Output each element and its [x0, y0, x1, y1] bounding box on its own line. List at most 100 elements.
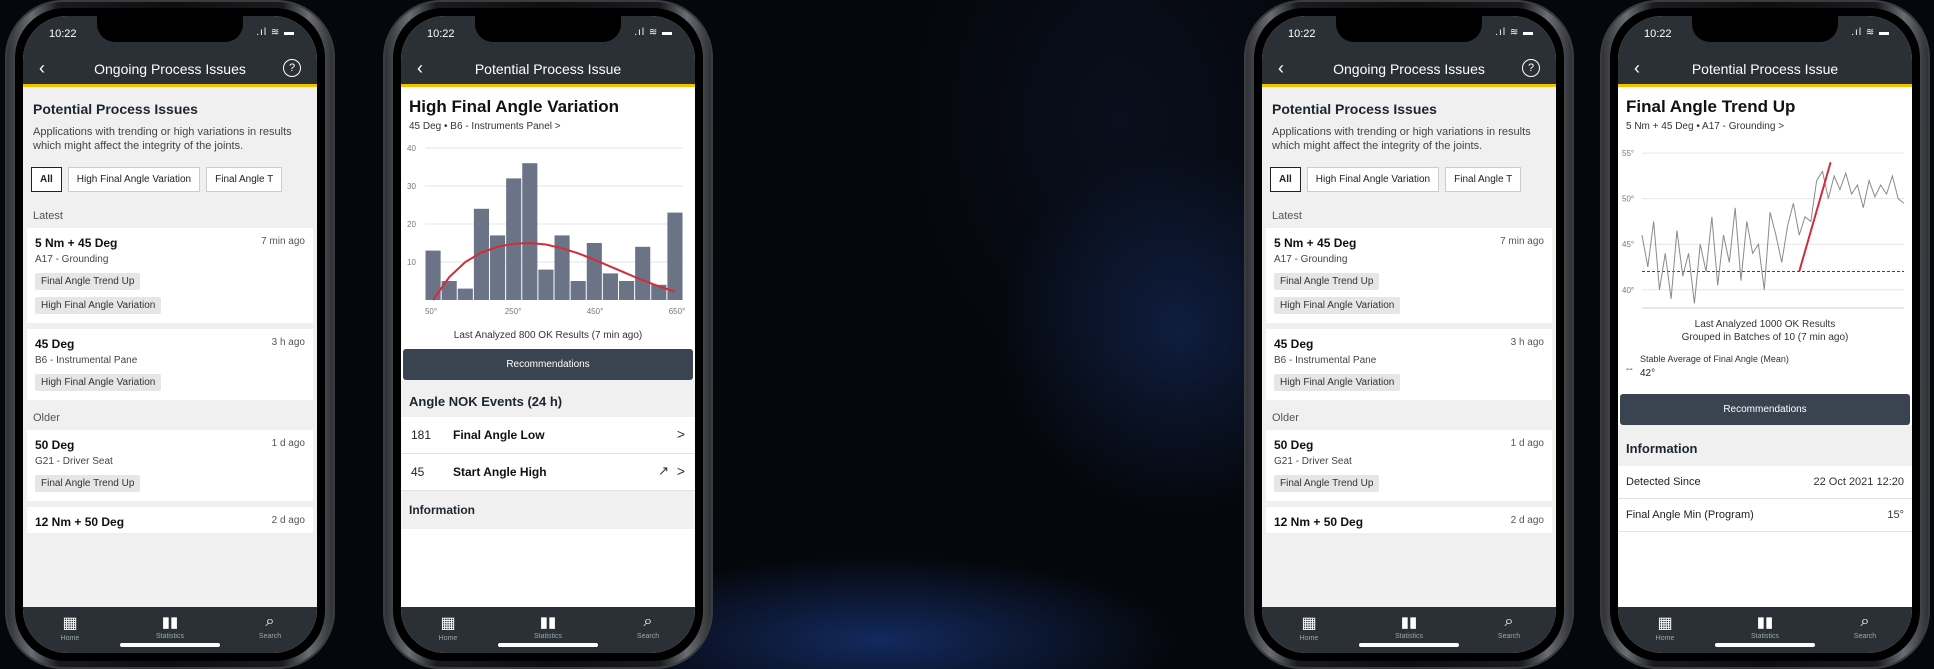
search-icon: ⌕ — [643, 613, 653, 630]
issue-card[interactable]: 12 Nm + 50 Deg 2 d ago — [1266, 507, 1552, 533]
tab-home[interactable]: ▦ Home — [1279, 613, 1339, 642]
search-icon: ⌕ — [1860, 613, 1870, 630]
card-time: 3 h ago — [271, 337, 305, 348]
status-time: 10:22 — [1644, 28, 1672, 40]
info-value: 22 Oct 2021 12:20 — [1813, 476, 1904, 488]
help-icon[interactable]: ? — [1522, 59, 1540, 77]
issue-card[interactable]: 5 Nm + 45 Deg 7 min ago A17 - Grounding … — [27, 228, 313, 323]
filter-chip-variation[interactable]: High Final Angle Variation — [1306, 167, 1440, 192]
histogram-bar — [570, 281, 586, 300]
tab-statistics[interactable]: ▮▮ Statistics — [140, 613, 200, 640]
notch — [97, 16, 243, 42]
card-title: 50 Deg — [35, 438, 75, 452]
card-title: 50 Deg — [1274, 438, 1314, 452]
grid-icon: ▦ — [62, 615, 78, 632]
tab-home[interactable]: ▦ Home — [1635, 613, 1695, 642]
tab-label: Search — [258, 633, 282, 640]
tab-home[interactable]: ▦ Home — [40, 613, 100, 642]
recommendations-button[interactable]: Recommendations — [1620, 394, 1910, 425]
tab-label: Home — [60, 635, 80, 642]
issue-tag: Final Angle Trend Up — [35, 273, 141, 290]
tab-search[interactable]: ⌕ Search — [618, 613, 678, 640]
signal-icon: .ıl ≋ ▬ — [634, 27, 673, 38]
status-time: 10:22 — [49, 28, 77, 40]
notch — [1692, 16, 1838, 42]
content: Final Angle Trend Up 5 Nm + 45 Deg • A17… — [1618, 87, 1912, 607]
chevron-right-icon: > — [676, 426, 685, 442]
nok-row[interactable]: 181 Final Angle Low > — [401, 417, 695, 454]
content: Potential Process Issues Applications wi… — [23, 87, 317, 607]
tab-label: Statistics — [533, 633, 562, 640]
screen: 10:22 .ıl ≋ ▬ ‹ Ongoing Process Issues ?… — [1262, 16, 1556, 653]
card-title: 45 Deg — [35, 337, 75, 351]
tab-statistics[interactable]: ▮▮ Statistics — [518, 613, 578, 640]
tab-statistics[interactable]: ▮▮ Statistics — [1735, 613, 1795, 640]
tab-search[interactable]: ⌕ Search — [1835, 613, 1895, 640]
tab-statistics[interactable]: ▮▮ Statistics — [1379, 613, 1439, 640]
x-tick-label: 650° — [669, 307, 686, 316]
home-indicator — [120, 643, 220, 647]
nok-row[interactable]: 45 Start Angle High ↗ > — [401, 454, 695, 491]
tab-search[interactable]: ⌕ Search — [240, 613, 300, 640]
section-heading: Angle NOK Events (24 h) — [409, 394, 563, 409]
issue-card[interactable]: 45 Deg 3 h ago B6 - Instrumental Pane Hi… — [27, 329, 313, 400]
card-subtitle: A17 - Grounding — [1274, 254, 1348, 265]
final-angle-series — [1641, 170, 1905, 304]
tab-bar: ▦ Home ▮▮ Statistics ⌕ Search — [23, 607, 317, 653]
histogram-bar — [586, 243, 602, 300]
x-tick-label: 450° — [587, 307, 604, 316]
trend-up-line — [1798, 161, 1832, 272]
histogram-chart: 10 20 30 40 50° 250° 450° 650° — [407, 144, 686, 316]
histogram-bar — [506, 178, 522, 300]
card-time: 3 h ago — [1510, 337, 1544, 348]
section-heading: Potential Process Issues — [33, 101, 198, 117]
phone-trend: 10:22 .ıl ≋ ▬ ‹ Potential Process Issue … — [1600, 0, 1930, 669]
legend-label: Stable Average of Final Angle (Mean) — [1640, 354, 1789, 364]
tab-label: Statistics — [1394, 633, 1423, 640]
filter-chip-trend[interactable]: Final Angle T — [206, 167, 283, 192]
filter-chips: All High Final Angle Variation Final Ang… — [1262, 167, 1556, 192]
signal-icon: .ıl ≋ ▬ — [1851, 27, 1890, 38]
card-subtitle: B6 - Instrumental Pane — [35, 355, 138, 366]
description: Applications with trending or high varia… — [1272, 126, 1531, 152]
group-header-latest: Latest — [33, 210, 63, 222]
filter-chip-all[interactable]: All — [31, 167, 62, 192]
issue-card[interactable]: 12 Nm + 50 Deg 2 d ago — [27, 507, 313, 533]
issue-card[interactable]: 50 Deg 1 d ago G21 - Driver Seat Final A… — [27, 430, 313, 501]
card-subtitle: G21 - Driver Seat — [1274, 456, 1352, 467]
histogram-bar — [635, 246, 651, 300]
issue-tag: High Final Angle Variation — [35, 297, 162, 314]
tab-label: Search — [636, 633, 660, 640]
issue-card[interactable]: 5 Nm + 45 Deg 7 min ago A17 - Grounding … — [1266, 228, 1552, 323]
bar-chart-icon: ▮▮ — [1756, 614, 1774, 631]
histogram-bar — [602, 273, 618, 300]
filter-chip-trend[interactable]: Final Angle T — [1445, 167, 1522, 192]
card-subtitle: B6 - Instrumental Pane — [1274, 355, 1377, 366]
filter-chip-all[interactable]: All — [1270, 167, 1301, 192]
signal-icon: .ıl ≋ ▬ — [256, 27, 295, 38]
x-tick-label: 50° — [425, 307, 437, 316]
nav-bar: ‹ Potential Process Issue — [1618, 52, 1912, 87]
grid-icon: ▦ — [1301, 615, 1317, 632]
trend-chart: 40° 45° 50° 55° — [1622, 149, 1905, 309]
filter-chip-variation[interactable]: High Final Angle Variation — [67, 167, 201, 192]
tab-search[interactable]: ⌕ Search — [1479, 613, 1539, 640]
nav-bar: ‹ Ongoing Process Issues ? — [23, 52, 317, 87]
recommendations-button[interactable]: Recommendations — [403, 349, 693, 380]
caption-line: Grouped in Batches of 10 (7 min ago) — [1681, 332, 1849, 343]
issue-card[interactable]: 45 Deg 3 h ago B6 - Instrumental Pane Hi… — [1266, 329, 1552, 400]
issue-card[interactable]: 50 Deg 1 d ago G21 - Driver Seat Final A… — [1266, 430, 1552, 501]
chart-caption: Last Analyzed 1000 OK Results Grouped in… — [1618, 318, 1912, 344]
status-time: 10:22 — [427, 28, 455, 40]
search-icon: ⌕ — [265, 613, 275, 630]
group-header-older: Older — [1272, 412, 1299, 424]
y-tick-label: 40 — [407, 144, 416, 153]
nok-label: Final Angle Low — [453, 428, 545, 442]
breadcrumb[interactable]: 45 Deg • B6 - Instruments Panel > — [409, 121, 687, 132]
home-indicator — [1715, 643, 1815, 647]
card-subtitle: A17 - Grounding — [35, 254, 109, 265]
help-icon[interactable]: ? — [283, 59, 301, 77]
tab-home[interactable]: ▦ Home — [418, 613, 478, 642]
info-row: Final Angle Min (Program) 15° — [1618, 499, 1912, 532]
breadcrumb[interactable]: 5 Nm + 45 Deg • A17 - Grounding > — [1626, 121, 1904, 132]
